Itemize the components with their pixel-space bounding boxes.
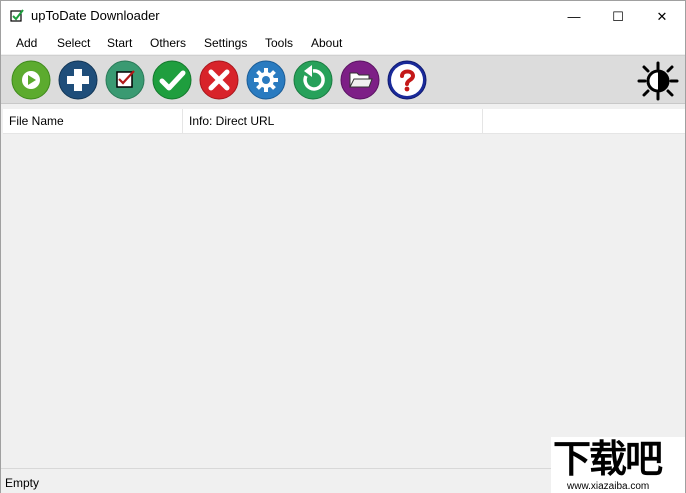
watermark-url: www.xiazaiba.com [567,481,650,492]
watermark-title: 下载吧 [553,437,663,481]
maximize-icon: ☐ [612,8,624,24]
column-direct-url[interactable]: Info: Direct URL [183,109,483,134]
help-icon [387,60,427,100]
window-title: upToDate Downloader [31,8,160,23]
menu-tools[interactable]: Tools [265,36,293,50]
title-bar[interactable]: upToDate Downloader — ☐ ✕ [1,1,685,32]
app-window: upToDate Downloader — ☐ ✕ Add Select Sta… [0,0,686,493]
checkbox-icon [105,60,145,100]
open-folder-button[interactable] [340,60,380,100]
download-list[interactable]: File Name Info: Direct URL [3,109,685,467]
checkmark-icon [152,60,192,100]
refresh-button[interactable] [293,60,333,100]
menu-bar: Add Select Start Others Settings Tools A… [1,32,685,54]
close-icon: ✕ [656,8,668,24]
menu-others[interactable]: Others [150,36,186,50]
minimize-icon: — [567,9,581,24]
watermark-logo: 下载吧 www.xiazaiba.com [551,437,685,493]
column-file-name[interactable]: File Name [3,109,183,134]
settings-gear-icon [246,60,286,100]
refresh-icon [293,60,333,100]
select-button[interactable] [105,60,145,100]
start-download-button[interactable] [11,60,51,100]
menu-start[interactable]: Start [107,36,132,50]
column-extra[interactable] [483,109,685,134]
menu-add[interactable]: Add [16,36,37,50]
menu-select[interactable]: Select [57,36,90,50]
add-button[interactable] [58,60,98,100]
menu-settings[interactable]: Settings [204,36,247,50]
folder-icon [340,60,380,100]
cancel-button[interactable] [199,60,239,100]
toolbar [1,55,685,104]
add-icon [58,60,98,100]
settings-button[interactable] [246,60,286,100]
list-header: File Name Info: Direct URL [3,109,685,134]
cancel-icon [199,60,239,100]
minimize-button[interactable]: — [551,1,597,32]
status-text: Empty [5,476,40,490]
help-button[interactable] [387,60,427,100]
maximize-button[interactable]: ☐ [595,1,641,32]
confirm-button[interactable] [152,60,192,100]
menu-about[interactable]: About [311,36,342,50]
theme-toggle-icon [637,61,679,101]
close-button[interactable]: ✕ [639,1,685,32]
play-icon [11,60,51,100]
theme-toggle-button[interactable] [637,61,679,101]
app-logo-icon [10,9,24,22]
